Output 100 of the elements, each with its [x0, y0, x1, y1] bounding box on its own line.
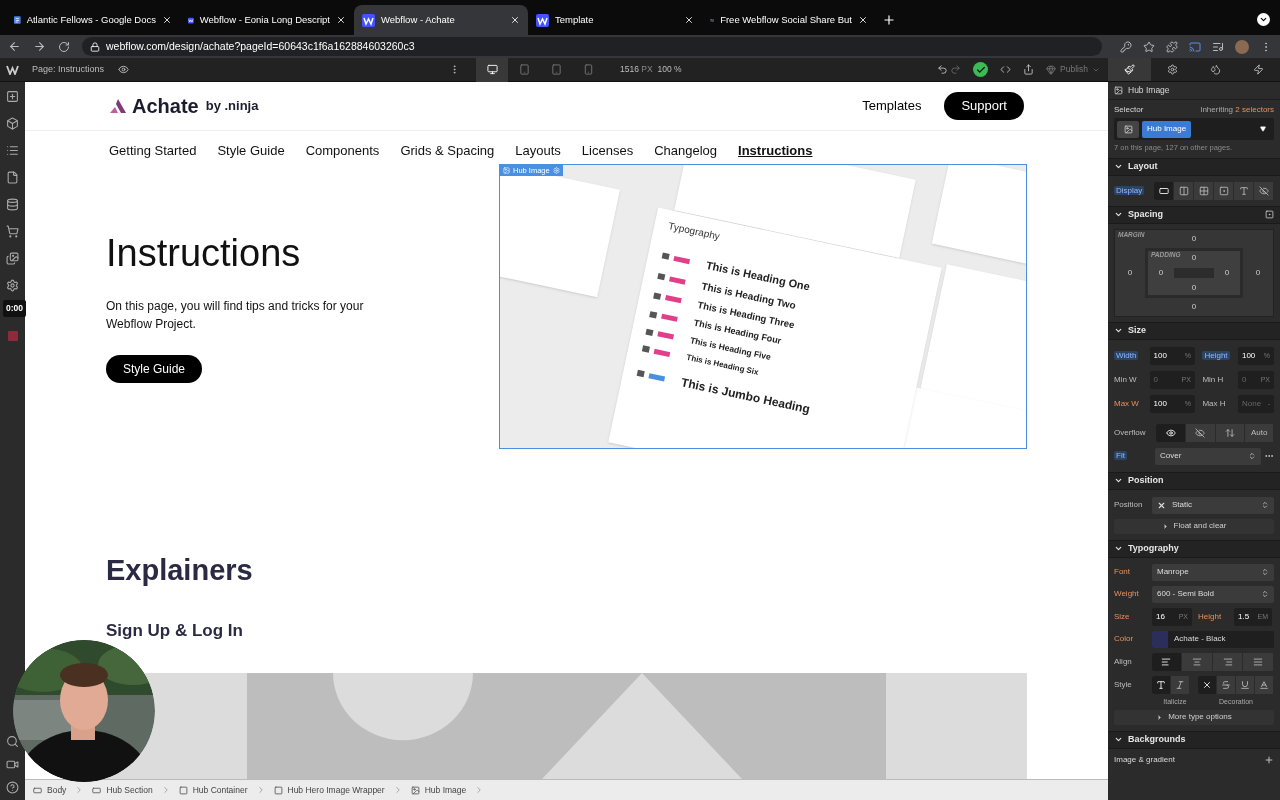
margin-value[interactable]: 0 — [1127, 268, 1133, 277]
code-icon[interactable] — [1000, 64, 1012, 75]
font-select[interactable]: Manrope — [1152, 563, 1274, 581]
toggle-button[interactable] — [1198, 675, 1217, 694]
fit-select[interactable]: Cover — [1155, 447, 1261, 465]
avatar[interactable] — [1235, 39, 1249, 54]
position-select[interactable]: Static — [1152, 496, 1274, 514]
forward-icon[interactable] — [33, 40, 46, 53]
back-icon[interactable] — [8, 40, 21, 53]
more-type-options-button[interactable]: More type options — [1114, 709, 1274, 725]
breadcrumb-item[interactable]: Body — [25, 783, 75, 797]
section-header[interactable]: Size — [1114, 326, 1146, 335]
device-button[interactable] — [476, 57, 509, 82]
hidden-icon — [1195, 427, 1206, 438]
property-label: Fit — [1114, 451, 1127, 460]
browser-tab[interactable]: Free Webflow Social Share But — [702, 5, 876, 35]
square-marker — [657, 273, 666, 281]
page-label[interactable]: Page: Instructions — [32, 62, 105, 77]
breadcrumb-item[interactable]: Hub Section — [84, 783, 161, 797]
nav-link[interactable]: Getting Started — [109, 141, 197, 161]
block-icon — [1158, 185, 1169, 196]
browser-tab[interactable]: Webflow - Eonia Long Descript — [180, 5, 354, 35]
toggle-button[interactable] — [1151, 652, 1183, 671]
section-header[interactable]: Position — [1114, 476, 1164, 485]
bookmark-icon[interactable] — [1143, 40, 1155, 53]
logo-icon — [536, 13, 549, 27]
close-icon[interactable] — [684, 15, 694, 25]
section-header[interactable]: Typography — [1114, 544, 1179, 553]
margin-value[interactable]: 0 — [1191, 234, 1197, 243]
preview-icon[interactable] — [118, 64, 130, 75]
nav-link[interactable]: Changelog — [654, 141, 718, 161]
toggle-button[interactable] — [1154, 181, 1174, 200]
padding-value[interactable]: 0 — [1224, 268, 1230, 277]
selector-state-button[interactable] — [1117, 120, 1139, 138]
templates-link[interactable]: Templates — [862, 96, 922, 116]
browser-tab[interactable]: Atlantic Fellows - Google Docs — [6, 5, 180, 35]
image-icon — [1114, 86, 1123, 95]
nav-link[interactable]: Style Guide — [217, 141, 285, 161]
breadcrumb-item[interactable]: Hub Hero Image Wrapper — [265, 783, 393, 797]
padding-value[interactable]: 0 — [1191, 283, 1197, 292]
help-icon[interactable] — [6, 781, 19, 794]
section-header[interactable]: Layout — [1114, 162, 1158, 171]
margin-value[interactable]: 0 — [1191, 302, 1197, 311]
new-tab-icon[interactable] — [882, 13, 896, 27]
style-guide-button[interactable]: Style Guide — [106, 355, 203, 384]
key-icon[interactable] — [1120, 40, 1132, 53]
logo-icon[interactable] — [6, 64, 19, 75]
panel-tab[interactable] — [1108, 58, 1151, 81]
section-header[interactable]: Spacing — [1114, 210, 1163, 219]
export-icon[interactable] — [1023, 64, 1035, 75]
float-and-clear-button[interactable]: Float and clear — [1114, 518, 1274, 534]
brand-byline: by .ninja — [205, 97, 259, 116]
cube-icon[interactable] — [6, 117, 19, 130]
padding-value[interactable]: 0 — [1158, 268, 1164, 277]
spacing-preset-icon[interactable] — [1265, 210, 1274, 219]
close-icon[interactable] — [858, 15, 868, 25]
cast-icon[interactable] — [1189, 40, 1201, 53]
property-label: Width — [1114, 350, 1139, 360]
nav-link[interactable]: Components — [305, 141, 380, 161]
nav-link[interactable]: Layouts — [515, 141, 561, 161]
browser-tab[interactable]: Template — [528, 5, 702, 35]
settings-icon[interactable] — [6, 279, 19, 292]
browser-tab[interactable]: Webflow - Achate — [354, 5, 528, 35]
search-icon[interactable] — [6, 735, 19, 748]
weight-select[interactable]: 600 - Semi Bold — [1152, 585, 1274, 603]
add-icon[interactable] — [1264, 754, 1274, 765]
padding-value[interactable]: 0 — [1191, 253, 1197, 262]
video-icon[interactable] — [6, 758, 19, 771]
support-button[interactable]: Support — [944, 92, 1024, 120]
nav-link[interactable]: Grids & Spacing — [400, 141, 495, 161]
undo-icon[interactable] — [937, 64, 949, 75]
extensions-icon[interactable] — [1166, 40, 1178, 53]
page-icon[interactable] — [6, 171, 19, 184]
close-icon[interactable] — [510, 15, 520, 25]
check-icon[interactable] — [973, 62, 989, 77]
add-icon[interactable] — [6, 90, 19, 103]
breadcrumb-item[interactable]: Hub Container — [170, 783, 256, 797]
lock-icon — [90, 41, 100, 52]
images-icon[interactable] — [6, 252, 19, 265]
database-icon[interactable] — [6, 198, 19, 211]
toggle-button[interactable] — [1156, 423, 1186, 442]
nav-link[interactable]: Licenses — [581, 141, 634, 161]
class-chip[interactable]: Hub Image — [1142, 120, 1192, 138]
margin-value[interactable]: 0 — [1255, 268, 1261, 277]
breadcrumb-item[interactable]: Hub Image — [402, 783, 475, 797]
media-icon[interactable] — [1212, 40, 1224, 53]
toggle-button[interactable] — [1152, 675, 1171, 694]
close-icon[interactable] — [162, 15, 172, 25]
tab-menu-icon[interactable] — [1257, 13, 1270, 26]
address-field[interactable]: webflow.com/design/achate?pageId=60643c1f6a162884603260c3 — [82, 37, 1102, 56]
list-icon[interactable] — [6, 144, 19, 157]
publish-button[interactable]: Publish — [1046, 63, 1100, 76]
cart-icon[interactable] — [6, 225, 19, 238]
color-field[interactable]: Achate - Black — [1152, 630, 1274, 648]
section-header[interactable]: Backgrounds — [1114, 735, 1186, 744]
square-icon — [1218, 185, 1229, 196]
document-icon — [14, 13, 21, 27]
close-icon[interactable] — [336, 15, 346, 25]
reload-icon[interactable] — [58, 40, 70, 53]
nav-link[interactable]: Instructions — [738, 141, 813, 161]
